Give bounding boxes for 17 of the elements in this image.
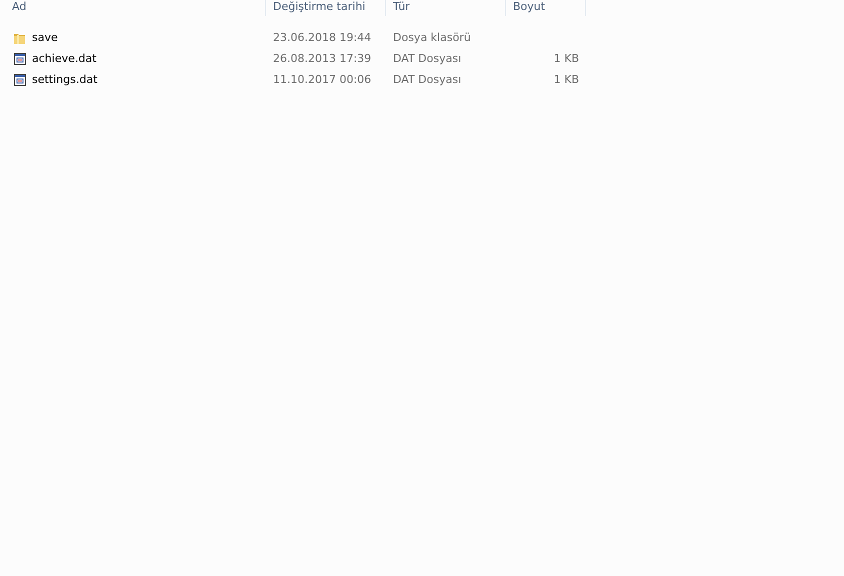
size-cell: 1 KB [554, 73, 579, 86]
folder-name[interactable]: save [32, 31, 58, 44]
file-icon [13, 52, 27, 66]
type-cell: DAT Dosyası [393, 73, 462, 86]
column-header[interactable]: Boyut [506, 0, 586, 16]
size-cell: 1 KB [554, 52, 579, 65]
type-cell: Dosya klasörü [393, 31, 471, 44]
type-cell: DAT Dosyası [393, 52, 462, 65]
file-icon [13, 72, 27, 86]
column-header[interactable]: Değiştirme tarihi [266, 0, 386, 16]
file-name[interactable]: achieve.dat [32, 52, 96, 65]
column-header[interactable]: Tür [386, 0, 506, 16]
column-header[interactable]: Ad [5, 0, 266, 16]
date-cell: 26.08.2013 17:39 [273, 52, 372, 65]
date-cell: 11.10.2017 00:06 [273, 73, 372, 86]
file-name[interactable]: settings.dat [32, 73, 98, 86]
date-cell: 23.06.2018 19:44 [273, 31, 372, 44]
